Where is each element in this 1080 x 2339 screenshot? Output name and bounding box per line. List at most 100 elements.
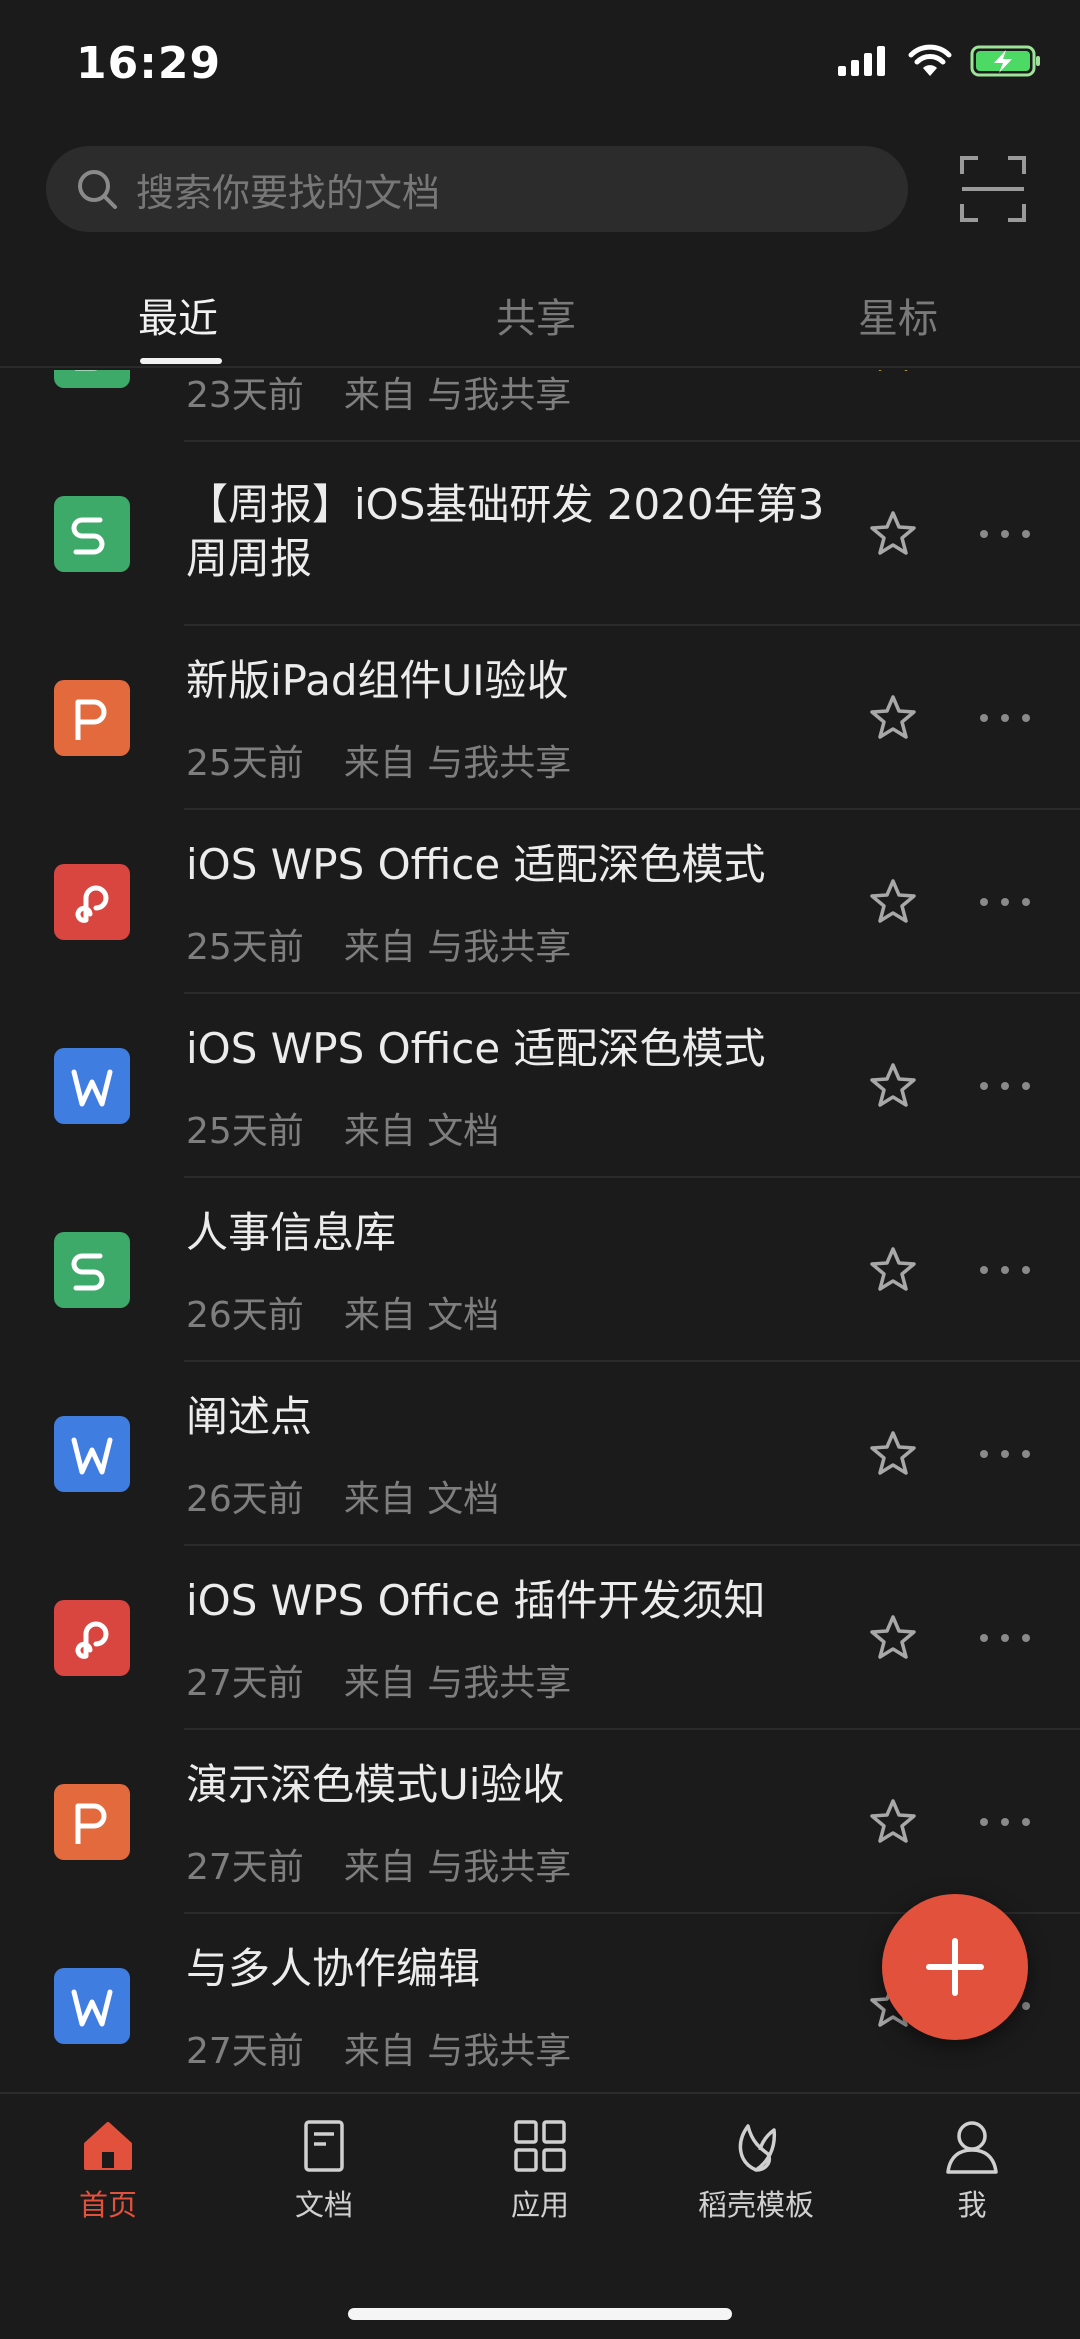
file-meta: 25天前 来自 文档 — [186, 1102, 499, 1154]
tab-shared[interactable]: 共享 — [496, 286, 576, 344]
status-time: 16:29 — [76, 38, 222, 89]
file-meta: 27天前 来自 与我共享 — [186, 1838, 571, 1890]
more-options-icon[interactable] — [980, 693, 1030, 743]
file-title: iOS WPS Office 适配深色模式 — [186, 840, 766, 889]
bottom-navigation: 首页 文档 应用 稻壳模板 我 — [0, 2092, 1080, 2339]
tab-starred[interactable]: 星标 — [858, 286, 938, 344]
home-indicator — [348, 2308, 732, 2320]
tab-bar: 最近 共享 星标 — [0, 268, 1080, 368]
status-icons — [836, 44, 1042, 78]
file-source: 来自 与我共享 — [343, 2031, 572, 2072]
file-modified-time: 25天前 — [186, 743, 304, 784]
file-title: 与多人协作编辑 — [186, 1944, 481, 1993]
pdf-icon — [54, 1600, 130, 1676]
document-icon — [304, 2120, 344, 2172]
search-placeholder: 搜索你要找的文档 — [136, 170, 441, 215]
file-modified-time: 25天前 — [186, 927, 304, 968]
more-options-icon[interactable] — [980, 1061, 1030, 1111]
file-row[interactable]: 阐述点 26天前 来自 文档 — [0, 1362, 1080, 1546]
file-meta: 26天前 来自 文档 — [186, 1470, 499, 1522]
nav-apps-label: 应用 — [510, 2188, 569, 2222]
star-icon[interactable] — [868, 1061, 918, 1111]
more-options-icon[interactable] — [980, 877, 1030, 927]
star-icon[interactable] — [868, 877, 918, 927]
file-title: 新版iPad组件UI验收 — [186, 656, 569, 705]
file-meta: 27天前 来自 与我共享 — [186, 1654, 571, 1706]
file-title: 人事信息库 — [186, 1208, 397, 1257]
file-title: 演示深色模式Ui验收 — [186, 1760, 565, 1809]
file-row[interactable]: iOS WPS Office 适配深色模式 25天前 来自 与我共享 — [0, 810, 1080, 994]
file-source: 来自 与我共享 — [343, 1663, 572, 1704]
file-row[interactable]: 新版iPad组件UI验收 25天前 来自 与我共享 — [0, 626, 1080, 810]
wifi-icon — [908, 44, 952, 76]
file-row[interactable]: 【周报】iOS基础研发 2020年第3周周报 — [0, 442, 1080, 626]
p-presentation-icon — [54, 1784, 130, 1860]
nav-apps[interactable]: 应用 — [450, 2118, 630, 2224]
more-options-icon[interactable] — [980, 370, 1030, 375]
scan-icon[interactable] — [960, 156, 1026, 222]
w-document-icon — [54, 1048, 130, 1124]
star-icon[interactable] — [868, 1797, 918, 1847]
more-options-icon[interactable] — [980, 509, 1030, 559]
file-meta: 25天前 来自 与我共享 — [186, 918, 571, 970]
star-icon[interactable] — [868, 509, 918, 559]
file-row[interactable]: iOS WPS Office 插件开发须知 27天前 来自 与我共享 — [0, 1546, 1080, 1730]
battery-charging-icon — [970, 45, 1040, 77]
file-title: 【周报】iOS基础研发 2020年第3周周报 — [186, 480, 825, 583]
file-source: 来自 与我共享 — [343, 743, 572, 784]
star-icon[interactable] — [868, 370, 918, 375]
nav-me-label: 我 — [957, 2188, 987, 2222]
file-row[interactable]: 人事信息库 26天前 来自 文档 — [0, 1178, 1080, 1362]
file-source: 来自 与我共享 — [343, 375, 572, 416]
nav-templates[interactable]: 稻壳模板 — [666, 2118, 846, 2224]
nav-documents[interactable]: 文档 — [234, 2118, 414, 2224]
file-source: 来自 与我共享 — [343, 927, 572, 968]
search-input[interactable]: 搜索你要找的文档 — [46, 146, 908, 232]
file-modified-time: 23天前 — [186, 375, 304, 416]
file-modified-time: 27天前 — [186, 2031, 304, 2072]
apps-grid-icon — [514, 2120, 566, 2172]
recent-file-list: 23天前 来自 与我共享 【周报】iOS基础研发 2020年第3周周报 新版iPad组… — [0, 370, 1080, 2090]
file-modified-time: 27天前 — [186, 1847, 304, 1888]
pdf-icon — [54, 864, 130, 940]
tab-recent[interactable]: 最近 — [138, 286, 218, 344]
file-meta: 27天前 来自 与我共享 — [186, 2022, 571, 2074]
tab-indicator — [140, 358, 222, 364]
nav-documents-label: 文档 — [294, 2188, 353, 2222]
file-title: iOS WPS Office 插件开发须知 — [186, 1576, 766, 1625]
s-sheet-icon — [54, 496, 130, 572]
file-source: 来自 文档 — [343, 1111, 500, 1152]
star-icon[interactable] — [868, 1613, 918, 1663]
file-row[interactable]: 23天前 来自 与我共享 — [0, 370, 1080, 442]
w-document-icon — [54, 1968, 130, 2044]
file-source: 来自 文档 — [343, 1479, 500, 1520]
file-meta: 23天前 来自 与我共享 — [186, 370, 571, 418]
file-modified-time: 25天前 — [186, 1111, 304, 1152]
new-file-button[interactable] — [882, 1894, 1028, 2040]
file-meta: 26天前 来自 文档 — [186, 1286, 499, 1338]
star-icon[interactable] — [868, 1245, 918, 1295]
app-root: 16:29 搜索你要找的文档 最近 共享 星标 23天前 来自 与我共享 【周报… — [0, 0, 1080, 2339]
file-row[interactable]: iOS WPS Office 适配深色模式 25天前 来自 文档 — [0, 994, 1080, 1178]
file-modified-time: 27天前 — [186, 1663, 304, 1704]
cellular-signal-icon — [838, 46, 885, 76]
nav-me[interactable]: 我 — [882, 2118, 1062, 2224]
leaf-icon — [738, 2124, 777, 2172]
star-icon[interactable] — [868, 1429, 918, 1479]
star-icon[interactable] — [868, 693, 918, 743]
user-icon — [946, 2121, 998, 2174]
file-meta: 25天前 来自 与我共享 — [186, 734, 571, 786]
file-row[interactable]: 演示深色模式Ui验收 27天前 来自 与我共享 — [0, 1730, 1080, 1914]
more-options-icon[interactable] — [980, 1613, 1030, 1663]
search-icon — [78, 170, 117, 209]
home-icon — [84, 2122, 132, 2170]
more-options-icon[interactable] — [980, 1429, 1030, 1479]
nav-home[interactable]: 首页 — [18, 2118, 198, 2224]
more-options-icon[interactable] — [980, 1245, 1030, 1295]
status-bar: 16:29 — [0, 0, 1080, 130]
p-presentation-icon — [54, 680, 130, 756]
more-options-icon[interactable] — [980, 1797, 1030, 1847]
nav-home-label: 首页 — [78, 2188, 137, 2222]
file-modified-time: 26天前 — [186, 1295, 304, 1336]
file-source: 来自 与我共享 — [343, 1847, 572, 1888]
